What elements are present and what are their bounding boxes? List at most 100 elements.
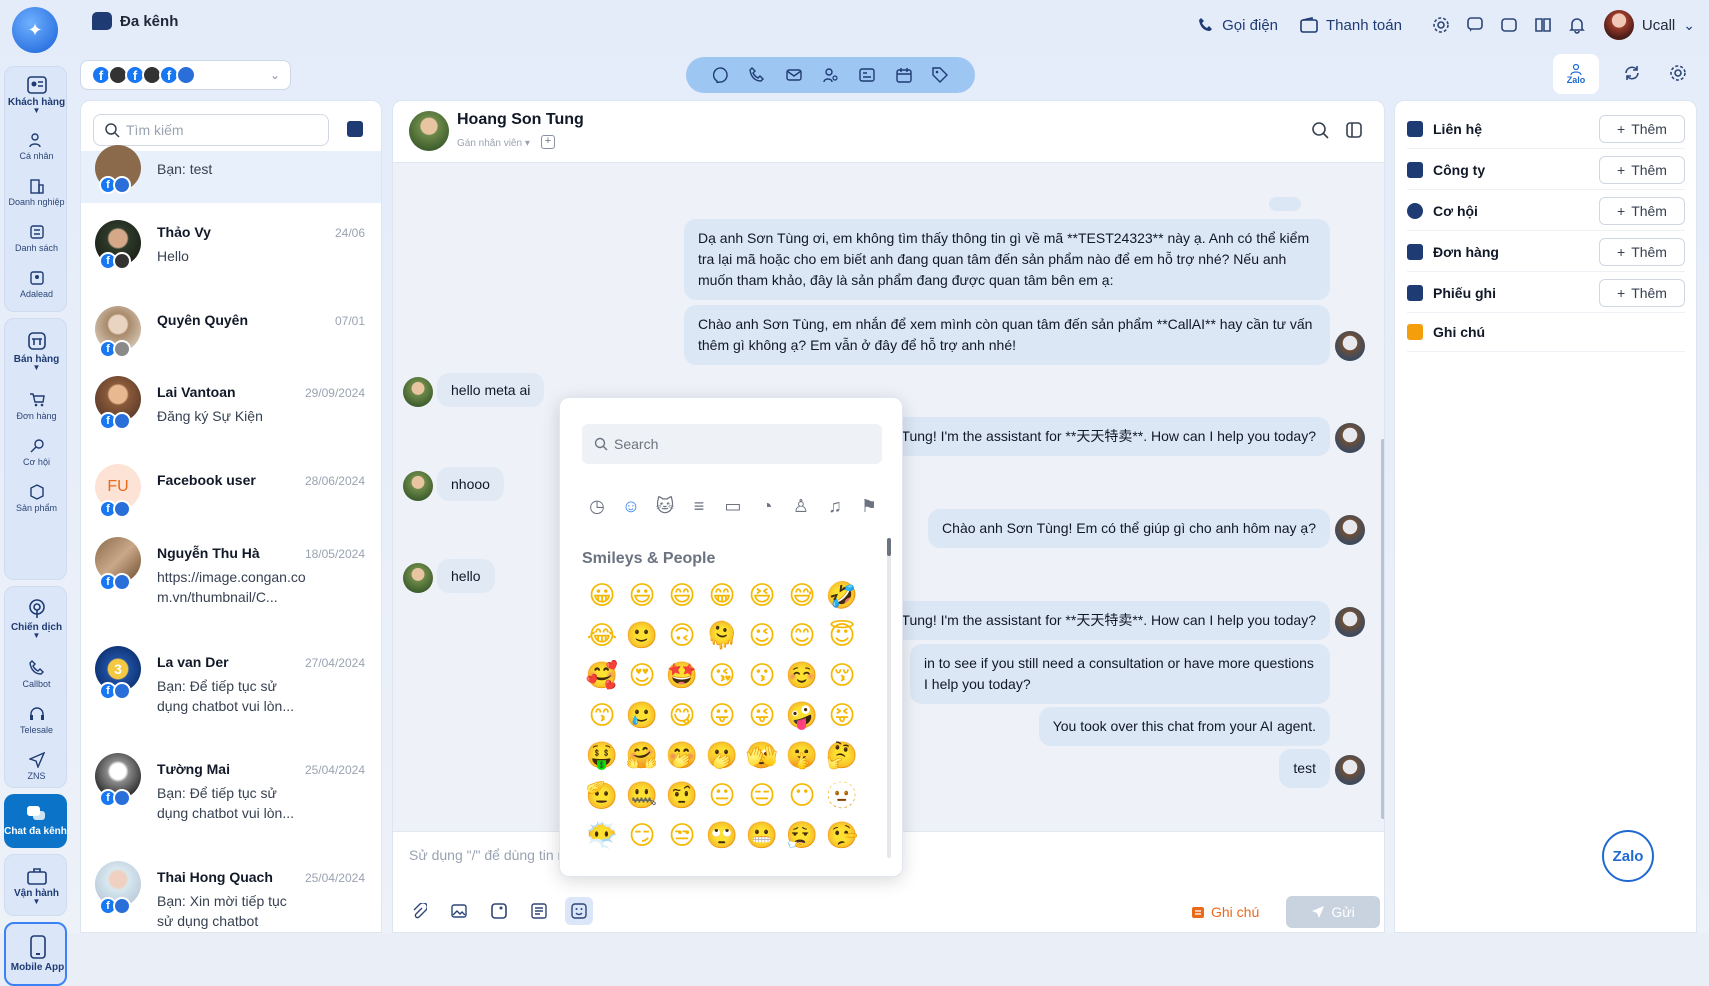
note-row[interactable]: Ghi chú <box>1407 312 1685 352</box>
add-company-button[interactable]: + Thêm <box>1599 155 1685 184</box>
emoji-item[interactable]: 😗 <box>742 658 782 692</box>
list-item[interactable]: f Thảo Vy 24/06 Hello <box>81 216 381 296</box>
refresh-icon[interactable] <box>1615 56 1649 90</box>
settings-gear-icon[interactable] <box>1661 56 1695 90</box>
zalo-float-button[interactable]: Zalo <box>1602 830 1654 882</box>
list-item[interactable]: f Nguyễn Thu Hà 18/05/2024 https://image… <box>81 537 381 637</box>
user-avatar[interactable] <box>1603 10 1634 40</box>
emoji-item[interactable]: 🙂 <box>622 618 662 652</box>
emoji-item[interactable]: 🤣 <box>822 578 862 612</box>
emoji-item[interactable]: 😊 <box>782 618 822 652</box>
assign-agent-dropdown[interactable]: Gán nhân viên ▾ <box>457 138 530 149</box>
search-icon[interactable] <box>1303 113 1337 147</box>
list-item[interactable]: f Thai Hong Quach 25/04/2024 Bạn: Xin mờ… <box>81 861 381 932</box>
book-icon[interactable] <box>1526 8 1560 42</box>
emoji-item[interactable]: 🤔 <box>822 738 862 772</box>
emoji-item[interactable]: 😍 <box>622 658 662 692</box>
add-order-button[interactable]: + Thêm <box>1599 237 1685 266</box>
gallery-icon[interactable] <box>485 897 513 925</box>
messenger-icon[interactable] <box>707 61 735 89</box>
nav-van-hanh[interactable]: Vận hành ▼ <box>5 855 68 917</box>
emoji-item[interactable]: 🤑 <box>582 738 622 772</box>
emoji-item[interactable]: 🤗 <box>622 738 662 772</box>
send-button[interactable]: Gửi <box>1286 896 1380 928</box>
emoji-item[interactable]: 🤭 <box>662 738 702 772</box>
emoji-item[interactable]: 🫠 <box>702 618 742 652</box>
emoji-item[interactable]: 🥰 <box>582 658 622 692</box>
calendar-icon[interactable] <box>890 61 918 89</box>
emoji-item[interactable]: 😑 <box>742 778 782 812</box>
emoji-icon[interactable] <box>565 897 593 925</box>
emoji-item[interactable]: 😀 <box>582 578 622 612</box>
burger-icon[interactable]: ≡ <box>686 493 712 519</box>
nav-san-pham[interactable]: Sản phẩm <box>5 475 68 521</box>
emoji-item[interactable]: 😛 <box>702 698 742 732</box>
nav-danh-sach[interactable]: Danh sách <box>5 215 68 261</box>
list-item[interactable]: FU f Facebook user 28/06/2024 <box>81 464 381 544</box>
nav-telesale[interactable]: Telesale <box>5 697 68 743</box>
note-button[interactable]: Ghi chú <box>1191 904 1259 920</box>
emoji-item[interactable]: 😶‍🌫️ <box>582 818 622 852</box>
emoji-item[interactable]: 😮‍💨 <box>782 818 822 852</box>
call-link[interactable]: Gọi điện <box>1198 17 1278 34</box>
music-note-icon[interactable]: ♫ <box>822 493 848 519</box>
emoji-item[interactable]: 😇 <box>822 618 862 652</box>
bell-icon[interactable] <box>1560 8 1594 42</box>
emoji-item[interactable]: 😒 <box>662 818 702 852</box>
attach-icon[interactable] <box>405 897 433 925</box>
emoji-item[interactable]: 😃 <box>622 578 662 612</box>
emoji-item[interactable]: 😄 <box>662 578 702 612</box>
emoji-item[interactable]: 🙄 <box>702 818 742 852</box>
emoji-item[interactable]: 😂 <box>582 618 622 652</box>
payment-link[interactable]: Thanh toán <box>1300 17 1402 34</box>
message-input[interactable]: Sử dụng "/" để dùng tin n <box>409 847 565 863</box>
app-logo[interactable]: ✦ <box>12 7 58 53</box>
emoji-search-input[interactable]: Search <box>582 424 882 464</box>
nav-don-hang[interactable]: Đơn hàng <box>5 383 68 429</box>
image-icon[interactable] <box>445 897 473 925</box>
cat-icon[interactable]: 🐱︎ <box>652 493 678 519</box>
messages-icon[interactable] <box>1458 8 1492 42</box>
nav-chien-dich[interactable]: Chiến dịch ▼ <box>5 587 68 651</box>
list-item[interactable]: f Tường Mai 25/04/2024 Bạn: Để tiếp tục … <box>81 753 381 853</box>
emoji-item[interactable]: 🤫 <box>782 738 822 772</box>
nav-callbot[interactable]: Callbot <box>5 651 68 697</box>
flag-icon[interactable]: ⚑ <box>856 493 882 519</box>
nav-chat-da-kenh[interactable]: Chat đa kênh <box>4 794 67 848</box>
chat-scrollbar[interactable] <box>1381 439 1384 819</box>
search-input[interactable]: Tìm kiếm <box>93 114 329 146</box>
emoji-item[interactable]: 😙 <box>582 698 622 732</box>
user-name[interactable]: Ucall <box>1642 17 1675 34</box>
emoji-item[interactable]: 😝 <box>822 698 862 732</box>
add-opportunity-button[interactable]: + Thêm <box>1599 196 1685 225</box>
id-card-icon[interactable] <box>853 61 881 89</box>
add-ticket-button[interactable]: + Thêm <box>1599 278 1685 307</box>
nav-khach-hang[interactable]: Khách hàng ▼ <box>5 67 68 123</box>
emoji-item[interactable]: 😆 <box>742 578 782 612</box>
emoji-item[interactable]: 🫡 <box>582 778 622 812</box>
list-item[interactable]: 3 f La van Der 27/04/2024 Bạn: Để tiếp t… <box>81 646 381 746</box>
nav-mobile-app[interactable]: Mobile App <box>6 924 69 984</box>
emoji-item[interactable]: 🫢 <box>702 738 742 772</box>
list-item[interactable]: f Bạn: test <box>81 145 381 203</box>
emoji-item[interactable]: 🤐 <box>622 778 662 812</box>
list-item[interactable]: f Quyên Quyên 07/01 <box>81 304 381 384</box>
template-icon[interactable] <box>525 897 553 925</box>
add-contact-button[interactable]: + Thêm <box>1599 114 1685 143</box>
nav-zns[interactable]: ZNS <box>5 743 68 789</box>
settings-gear-icon[interactable] <box>1424 8 1458 42</box>
nav-co-hoi[interactable]: Cơ hội <box>5 429 68 475</box>
emoji-item[interactable]: 🤩 <box>662 658 702 692</box>
emoji-scrollbar[interactable] <box>887 538 891 858</box>
bus-icon[interactable]: ▭ <box>720 493 746 519</box>
user-gear-icon[interactable] <box>817 61 845 89</box>
chevron-down-icon[interactable]: ⌄ <box>1683 17 1695 34</box>
emoji-item[interactable]: 🤨 <box>662 778 702 812</box>
phone-icon[interactable] <box>743 61 771 89</box>
emoji-item[interactable]: 🫥 <box>822 778 862 812</box>
nav-doanh-nghiep[interactable]: Doanh nghiệp <box>5 169 68 215</box>
collapse-panel-icon[interactable] <box>1337 113 1371 147</box>
emoji-item[interactable]: 😁 <box>702 578 742 612</box>
contact-name[interactable]: Hoang Son Tung <box>457 111 584 129</box>
recent-clock-icon[interactable]: ◷ <box>584 493 610 519</box>
